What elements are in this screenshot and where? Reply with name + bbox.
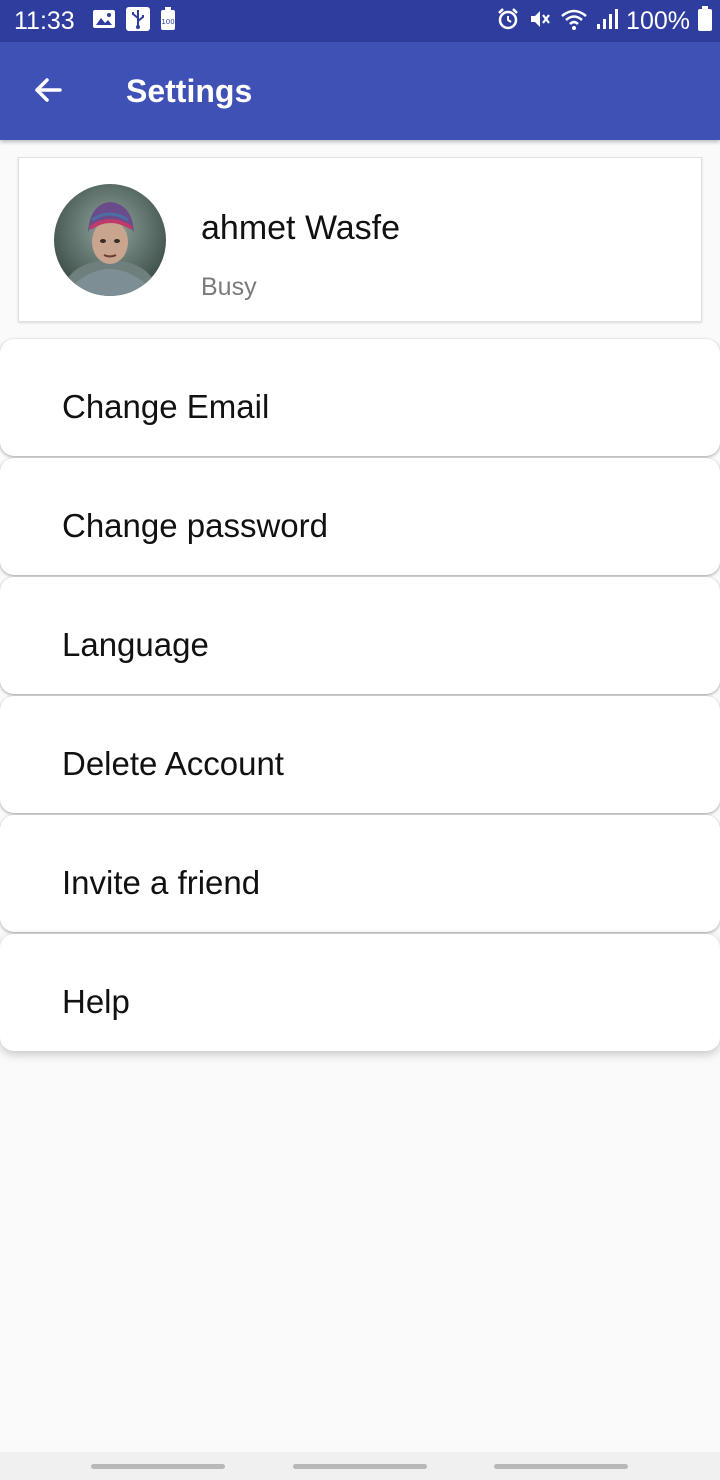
status-left-icons: 100 (92, 6, 176, 36)
battery-icon (698, 5, 712, 37)
settings-item-label: Change Email (62, 388, 270, 425)
page-title: Settings (126, 73, 253, 109)
back-button[interactable] (22, 66, 74, 118)
usb-icon (126, 6, 150, 36)
status-right: 100% (496, 5, 712, 37)
battery-level: 100% (626, 7, 690, 35)
arrow-left-icon (32, 74, 64, 111)
settings-list: Change Email Change password Language De… (0, 339, 720, 1053)
settings-item-label: Change password (62, 507, 328, 544)
settings-item-label: Help (62, 983, 130, 1020)
profile-card[interactable]: ahmet Wasfe Busy (18, 157, 702, 322)
battery-saver-icon: 100 (160, 6, 176, 36)
settings-item-label: Language (62, 626, 209, 663)
status-bar: 11:33 100 100% (0, 0, 720, 42)
nav-home-handle[interactable] (293, 1464, 427, 1469)
image-icon (92, 8, 116, 35)
avatar[interactable] (54, 184, 166, 296)
settings-item-label: Invite a friend (62, 864, 261, 901)
signal-icon (596, 7, 619, 36)
settings-item-help[interactable]: Help (0, 934, 720, 1051)
system-nav-bar (0, 1452, 720, 1480)
wifi-icon (560, 7, 588, 36)
app-bar: Settings (0, 42, 720, 140)
nav-back-handle[interactable] (494, 1464, 628, 1469)
settings-item-change-password[interactable]: Change password (0, 458, 720, 575)
svg-text:100: 100 (161, 18, 174, 26)
profile-status: Busy (201, 273, 257, 301)
settings-item-invite-friend[interactable]: Invite a friend (0, 815, 720, 932)
profile-name: ahmet Wasfe (201, 209, 401, 247)
mute-icon (528, 7, 552, 36)
status-time: 11:33 (14, 7, 75, 35)
settings-item-label: Delete Account (62, 745, 284, 782)
nav-recents-handle[interactable] (91, 1464, 225, 1469)
settings-item-language[interactable]: Language (0, 577, 720, 694)
alarm-icon (496, 7, 520, 36)
settings-item-change-email[interactable]: Change Email (0, 339, 720, 456)
settings-item-delete-account[interactable]: Delete Account (0, 696, 720, 813)
